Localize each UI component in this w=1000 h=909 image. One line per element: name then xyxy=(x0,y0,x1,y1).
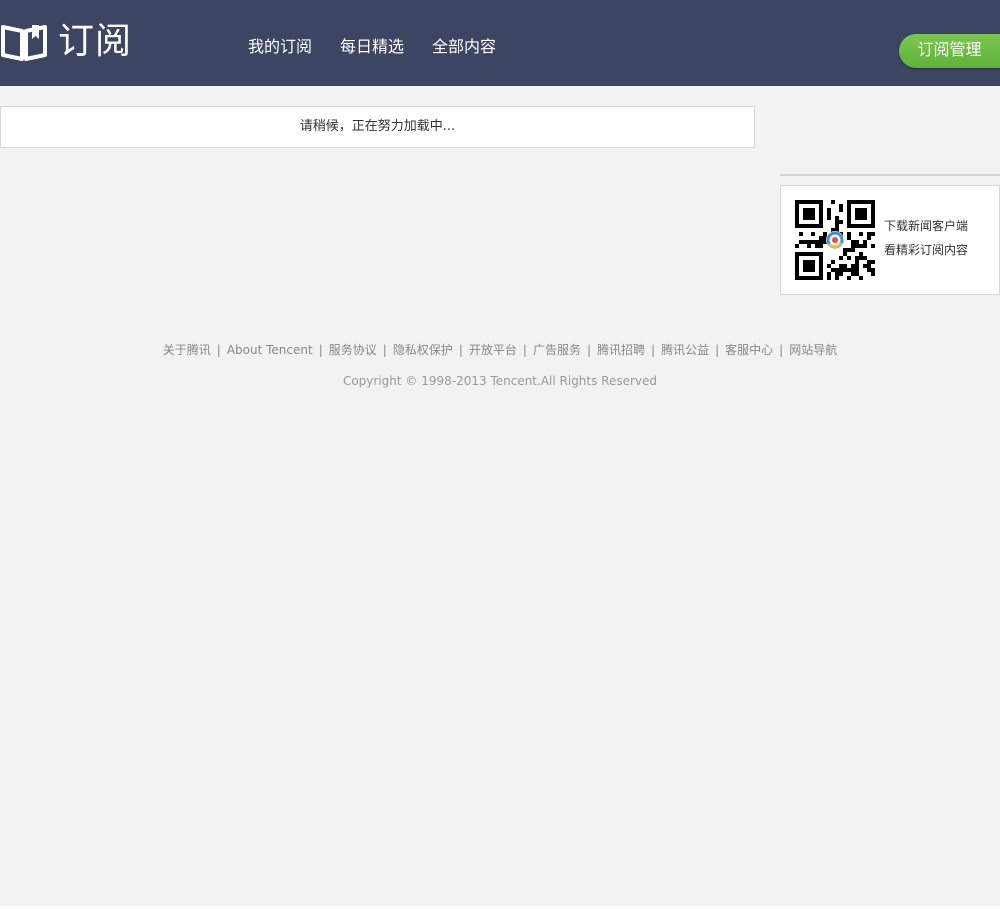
open-book-icon xyxy=(0,21,48,63)
footer-link-privacy[interactable]: 隐私权保护 xyxy=(393,343,453,357)
footer-links: 关于腾讯 | About Tencent | 服务协议 | 隐私权保护 | 开放平台 | 广告服务 |… xyxy=(0,341,1000,359)
copyright: Copyright © 1998-2013 Tencent.All Rights… xyxy=(342,374,658,388)
footer-link-ads[interactable]: 广告服务 xyxy=(533,343,581,357)
main-nav: 我的订阅 每日精选 全部内容 xyxy=(248,36,524,58)
nav-all-content[interactable]: 全部内容 xyxy=(432,36,496,58)
top-header: 订阅 我的订阅 每日精选 全部内容 订阅管理 xyxy=(0,0,1000,86)
footer-separator: | xyxy=(522,343,527,357)
footer-link-sitemap[interactable]: 网站导航 xyxy=(789,343,837,357)
footer-separator: | xyxy=(586,343,592,357)
sidebar-divider xyxy=(780,174,1000,176)
footer-separator: | xyxy=(458,343,463,357)
footer-link-about-en[interactable]: About Tencent xyxy=(227,343,313,357)
app-download-panel: 下载新闻客户端 看精彩订阅内容 xyxy=(780,185,1000,295)
footer-link-terms[interactable]: 服务协议 xyxy=(329,343,377,357)
footer-link-support[interactable]: 客服中心 xyxy=(725,343,773,357)
footer-link-jobs[interactable]: 腾讯招聘 xyxy=(597,343,645,357)
footer-separator: | xyxy=(216,343,221,357)
nav-my-subscriptions[interactable]: 我的订阅 xyxy=(248,36,312,58)
footer-separator: | xyxy=(715,343,720,357)
qr-caption: 下载新闻客户端 看精彩订阅内容 xyxy=(884,214,968,262)
loading-message: 请稍候，正在努力加载中... xyxy=(0,106,755,148)
footer-link-about[interactable]: 关于腾讯 xyxy=(163,343,211,357)
footer-separator: | xyxy=(318,343,323,357)
footer-separator: | xyxy=(382,343,387,357)
qr-caption-line2: 看精彩订阅内容 xyxy=(884,243,969,257)
qr-caption-line1: 下载新闻客户端 xyxy=(884,219,969,233)
footer-separator: | xyxy=(779,343,784,357)
subscription-manage-button[interactable]: 订阅管理 xyxy=(899,34,1000,68)
footer-link-charity[interactable]: 腾讯公益 xyxy=(661,343,709,357)
logo[interactable]: 订阅 xyxy=(0,18,132,66)
footer-link-open-platform[interactable]: 开放平台 xyxy=(469,343,517,357)
logo-text: 订阅 xyxy=(58,21,133,62)
footer-separator: | xyxy=(651,343,656,357)
nav-daily-picks[interactable]: 每日精选 xyxy=(340,36,404,58)
qr-code-icon xyxy=(795,200,875,280)
